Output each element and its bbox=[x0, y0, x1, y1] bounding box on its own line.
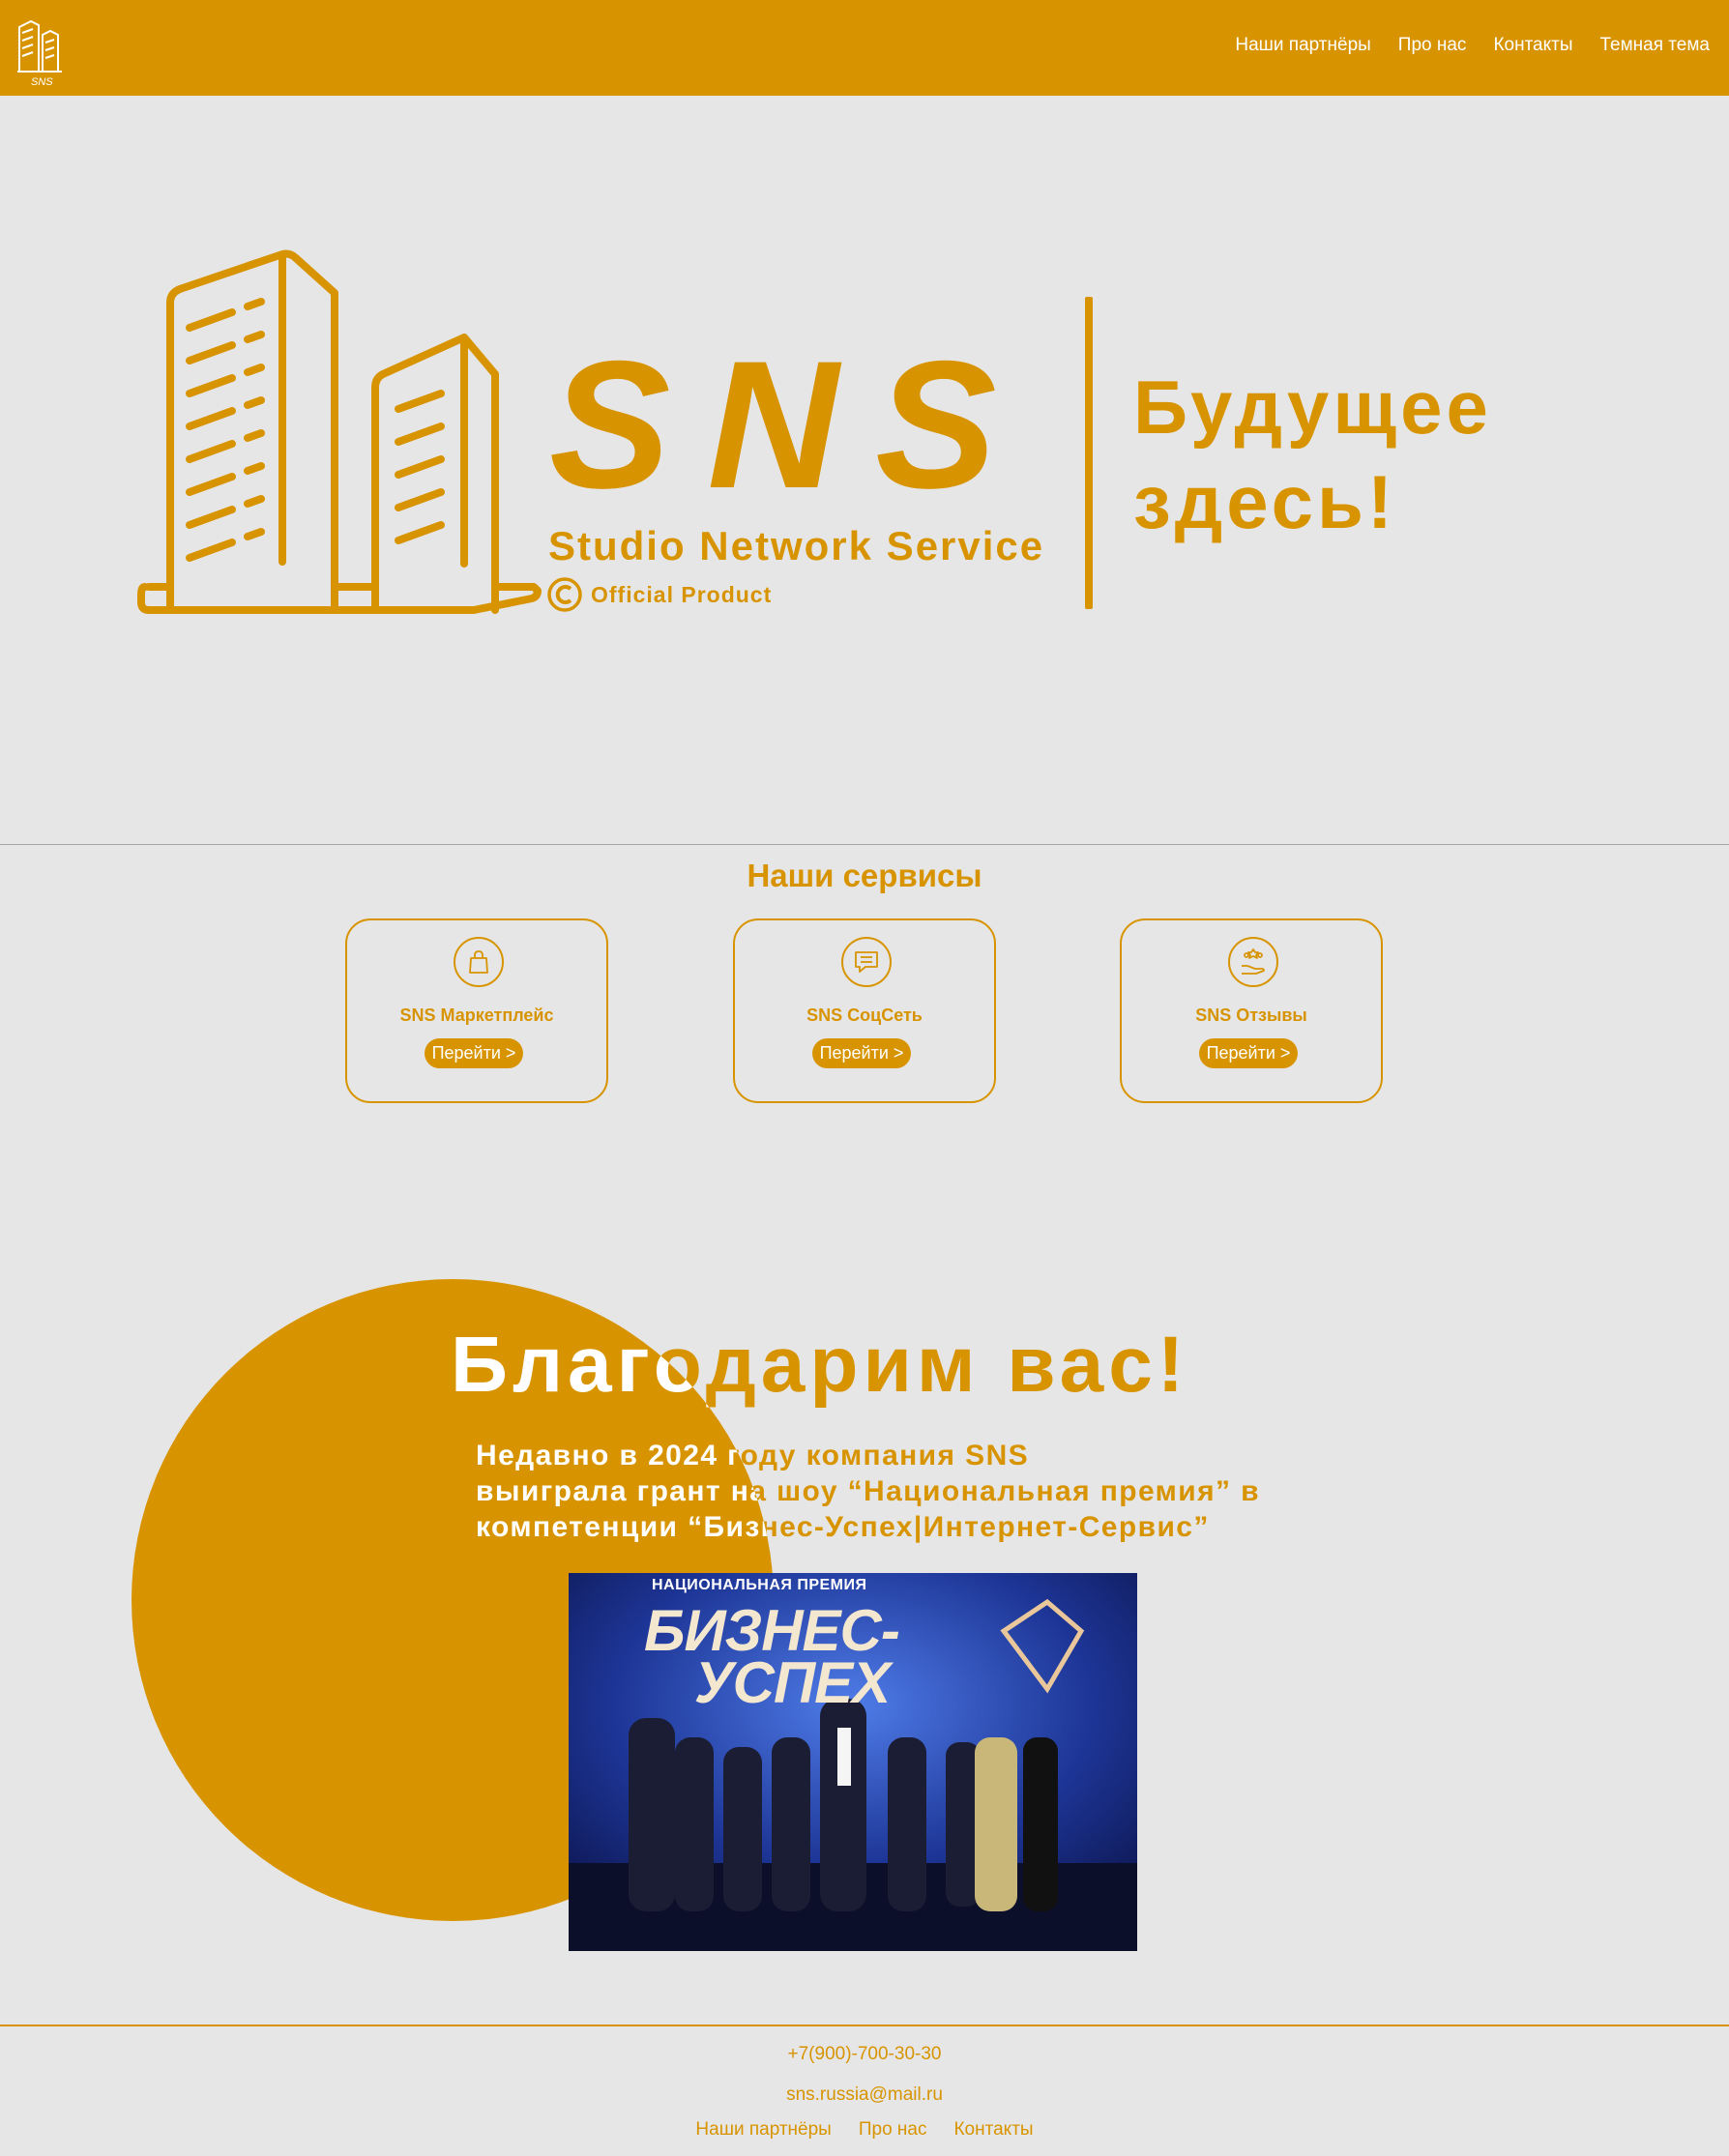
nav-link-about[interactable]: Про нас bbox=[1398, 35, 1467, 56]
footer-nav: Наши партнёры Про нас Контакты bbox=[0, 2119, 1729, 2141]
header-nav: Наши партнёры Про нас Контакты Темная те… bbox=[1235, 35, 1710, 56]
footer-phone[interactable]: +7(900)-700-30-30 bbox=[0, 2044, 1729, 2065]
nav-link-contacts[interactable]: Контакты bbox=[1493, 35, 1572, 56]
official-product-badge: Official Product bbox=[546, 576, 772, 613]
service-card-social[interactable]: SNS СоцСеть Перейти > bbox=[733, 918, 996, 1103]
service-card-reviews[interactable]: SNS Отзывы Перейти > bbox=[1120, 918, 1383, 1103]
official-product-label: Official Product bbox=[591, 581, 773, 607]
go-button[interactable]: Перейти > bbox=[812, 1038, 911, 1068]
review-hand-icon bbox=[1228, 937, 1278, 987]
service-card-title: SNS СоцСеть bbox=[806, 1005, 923, 1025]
footer-link-contacts[interactable]: Контакты bbox=[953, 2119, 1033, 2141]
hero-divider bbox=[1085, 297, 1093, 609]
shopping-bag-icon bbox=[454, 937, 504, 987]
thanks-line-1: Недавно в 2024 году компания SNS bbox=[476, 1440, 1030, 1471]
hero-subtitle: Studio Network Service bbox=[548, 523, 1045, 568]
service-card-title: SNS Отзывы bbox=[1195, 1005, 1307, 1025]
buildings-logo-icon bbox=[137, 249, 542, 614]
chat-icon bbox=[841, 937, 892, 987]
award-photo: НАЦИОНАЛЬНАЯ ПРЕМИЯ БИЗНЕС- УСПЕХ bbox=[569, 1573, 1137, 1951]
svg-text:SNS: SNS bbox=[31, 76, 53, 87]
thanks-title: Благодарим вас! bbox=[451, 1321, 1189, 1409]
top-header: SNS Наши партнёры Про нас Контакты Темна… bbox=[0, 0, 1729, 96]
services-title: Наши сервисы bbox=[747, 858, 982, 893]
footer-email[interactable]: sns.russia@mail.ru bbox=[0, 2084, 1729, 2106]
hero-tagline: Будущее здесь! bbox=[1133, 360, 1492, 549]
nav-link-dark-theme[interactable]: Темная тема bbox=[1600, 35, 1710, 56]
go-button[interactable]: Перейти > bbox=[1199, 1038, 1298, 1068]
nav-link-partners[interactable]: Наши партнёры bbox=[1235, 35, 1370, 56]
hero-tagline-line2: здесь! bbox=[1133, 459, 1396, 544]
go-button[interactable]: Перейти > bbox=[425, 1038, 523, 1068]
footer-link-about[interactable]: Про нас bbox=[859, 2119, 927, 2141]
hero-tagline-line1: Будущее bbox=[1133, 364, 1492, 450]
footer-link-partners[interactable]: Наши партнёры bbox=[695, 2119, 831, 2141]
copyright-icon bbox=[547, 577, 582, 612]
award-photo-label: НАЦИОНАЛЬНАЯ ПРЕМИЯ bbox=[652, 1577, 867, 1593]
service-card-title: SNS Маркетплейс bbox=[399, 1005, 554, 1025]
hero-brand: SNS bbox=[549, 323, 1034, 526]
section-divider bbox=[0, 844, 1729, 845]
thanks-line-3: компетенции “Бизнес-Успех|Интернет-Серви… bbox=[476, 1511, 1210, 1543]
thanks-line-2: выиграла грант на шоу “Национальная прем… bbox=[476, 1475, 1260, 1507]
sns-logo-icon[interactable]: SNS bbox=[14, 14, 77, 87]
award-photo-title-2: УСПЕХ bbox=[694, 1650, 891, 1715]
service-card-marketplace[interactable]: SNS Маркетплейс Перейти > bbox=[345, 918, 608, 1103]
footer-divider bbox=[0, 2025, 1729, 2026]
thanks-text: Недавно в 2024 году компания SNS выиграл… bbox=[476, 1438, 1365, 1545]
